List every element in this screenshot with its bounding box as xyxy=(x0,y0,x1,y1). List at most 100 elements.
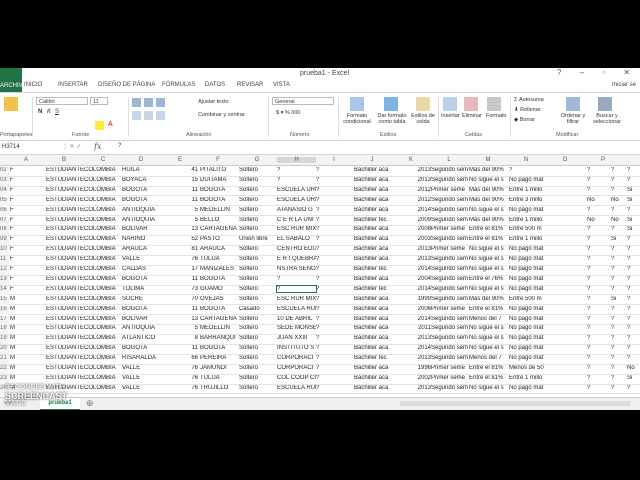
cell[interactable]: ? xyxy=(316,177,353,183)
cell[interactable]: NSTRA SENO xyxy=(277,266,316,272)
cell[interactable]: ? xyxy=(587,316,599,322)
cell[interactable]: ? xyxy=(627,276,639,282)
cell[interactable]: 8 xyxy=(172,335,198,341)
cell[interactable]: Si xyxy=(627,217,639,223)
cell[interactable]: ? xyxy=(316,236,353,242)
cell[interactable]: ESTUDIANTE xyxy=(46,177,84,183)
cell[interactable]: 10 DE ABRIL xyxy=(277,316,316,322)
cell[interactable]: JAMUNDÍ xyxy=(200,365,238,371)
cell[interactable]: ANTIOQUIA xyxy=(122,207,172,213)
cell[interactable]: Bachiller aca xyxy=(354,256,391,262)
cell[interactable]: ? xyxy=(627,355,639,361)
cell[interactable]: M xyxy=(10,355,46,361)
cell[interactable]: COLOMBIA xyxy=(84,256,118,262)
font-color-icon[interactable]: A xyxy=(108,121,113,128)
cell[interactable]: COLOMBIA xyxy=(84,325,118,331)
cell[interactable]: ? xyxy=(611,286,623,292)
cell[interactable]: No pagó mat xyxy=(509,286,549,292)
row-header[interactable]: 04 xyxy=(0,186,9,196)
cell[interactable]: Soltero xyxy=(239,207,277,213)
cell[interactable]: 5 xyxy=(172,217,198,223)
cell[interactable]: ESCUELA RUF xyxy=(277,306,316,312)
cell[interactable]: BOGOTA xyxy=(122,197,172,203)
format-cells-icon[interactable] xyxy=(487,97,501,111)
cell[interactable]: BELLO xyxy=(200,217,238,223)
cell[interactable]: ? xyxy=(316,217,353,223)
cell[interactable]: No sigue el s xyxy=(469,246,509,252)
cell[interactable]: COLOMBIA xyxy=(84,355,118,361)
cell[interactable]: Segundo sem xyxy=(431,236,469,242)
underline-button[interactable]: S xyxy=(55,109,59,115)
row-header[interactable]: 21 xyxy=(0,355,9,365)
cell[interactable]: Menos del 7 xyxy=(469,355,509,361)
cell[interactable]: RISARALDA xyxy=(122,355,172,361)
cell[interactable]: Soltero xyxy=(239,345,277,351)
sort-filter-icon[interactable] xyxy=(566,97,580,111)
cell[interactable]: ESTUDIANTE xyxy=(46,207,84,213)
tab-review[interactable]: REVISAR xyxy=(237,82,263,88)
cell[interactable]: Entre 1 millo xyxy=(509,375,549,381)
cell[interactable]: 2013 xyxy=(417,355,431,361)
font-name-select[interactable]: Calibri xyxy=(36,97,88,105)
cell[interactable]: ? xyxy=(587,177,599,183)
cell[interactable]: Menos de 50 xyxy=(509,365,549,371)
cell[interactable]: F xyxy=(10,246,46,252)
col-header[interactable]: P xyxy=(597,157,609,163)
cell[interactable]: Primer seme xyxy=(431,187,469,193)
cell[interactable]: 5 xyxy=(172,325,198,331)
cell[interactable]: ? xyxy=(627,335,639,341)
cell[interactable]: 11 xyxy=(172,187,198,193)
cell[interactable]: No pagó mat xyxy=(509,177,549,183)
find-select-button[interactable]: Buscar y seleccionar xyxy=(590,113,624,125)
cell[interactable]: Bachiller téc xyxy=(354,266,391,272)
cell[interactable]: Soltero xyxy=(239,177,277,183)
cell[interactable]: ARAUCA xyxy=(200,246,238,252)
col-header[interactable]: C xyxy=(97,157,109,163)
cell[interactable]: Más del 90% xyxy=(469,197,509,203)
cell[interactable]: Segundo sem xyxy=(431,286,469,292)
cell[interactable]: MANIZALES xyxy=(200,266,238,272)
cell[interactable]: No pagó mat xyxy=(509,256,549,262)
cell[interactable]: Entre el 81% xyxy=(469,365,509,371)
cell[interactable]: Menos del 7 xyxy=(469,316,509,322)
row-header[interactable]: 16 xyxy=(0,305,9,315)
cell[interactable]: BOGOTA xyxy=(200,306,238,312)
cell[interactable]: Primer seme xyxy=(431,375,469,381)
cell[interactable]: ? xyxy=(627,296,639,302)
cell[interactable]: Unión libre xyxy=(239,236,277,242)
cell[interactable]: ? xyxy=(316,316,353,322)
cell[interactable]: Si xyxy=(611,236,623,242)
cell[interactable]: ? xyxy=(611,187,623,193)
cell[interactable]: BOGOTA xyxy=(122,276,172,282)
cell[interactable]: PITALITO xyxy=(200,167,238,173)
cell[interactable]: PEREIRA xyxy=(200,355,238,361)
cell[interactable]: 73 xyxy=(172,286,198,292)
cell[interactable]: ? xyxy=(587,365,599,371)
cell[interactable]: ? xyxy=(316,345,353,351)
cell[interactable]: Bachiller aca xyxy=(354,167,391,173)
cell[interactable]: 2004 xyxy=(417,276,431,282)
cell[interactable]: ESTUDIANTE xyxy=(46,306,84,312)
cell[interactable]: Soltero xyxy=(239,325,277,331)
col-header[interactable]: G xyxy=(251,157,263,163)
cell[interactable]: BOGOTA xyxy=(200,197,238,203)
cell[interactable]: ESC RUR MIX xyxy=(277,226,316,232)
cell[interactable]: No pagó mat xyxy=(509,325,549,331)
cell[interactable]: No sigue el s xyxy=(469,286,509,292)
cell[interactable]: 11 xyxy=(172,306,198,312)
cell[interactable]: No sigue el s xyxy=(469,345,509,351)
cell[interactable]: No sigue el s xyxy=(469,385,509,391)
cell[interactable]: SUCRE xyxy=(122,296,172,302)
merge-center-button[interactable]: Combinar y centrar xyxy=(198,112,245,118)
cell[interactable]: MEDELLIN xyxy=(200,325,238,331)
sort-filter-button[interactable]: Ordenar y filtrar xyxy=(558,113,588,125)
cell[interactable]: 41 xyxy=(172,167,198,173)
cell[interactable]: No sigue el s xyxy=(469,177,509,183)
cell[interactable]: ESTUDIANTE xyxy=(46,296,84,302)
cell[interactable]: CORPORACI xyxy=(277,365,316,371)
fill-color-icon[interactable] xyxy=(95,121,104,130)
cell[interactable]: M xyxy=(10,375,46,381)
cell[interactable]: ? xyxy=(316,385,353,391)
cell[interactable]: Segundo sem xyxy=(431,177,469,183)
cell[interactable]: ? xyxy=(611,266,623,272)
